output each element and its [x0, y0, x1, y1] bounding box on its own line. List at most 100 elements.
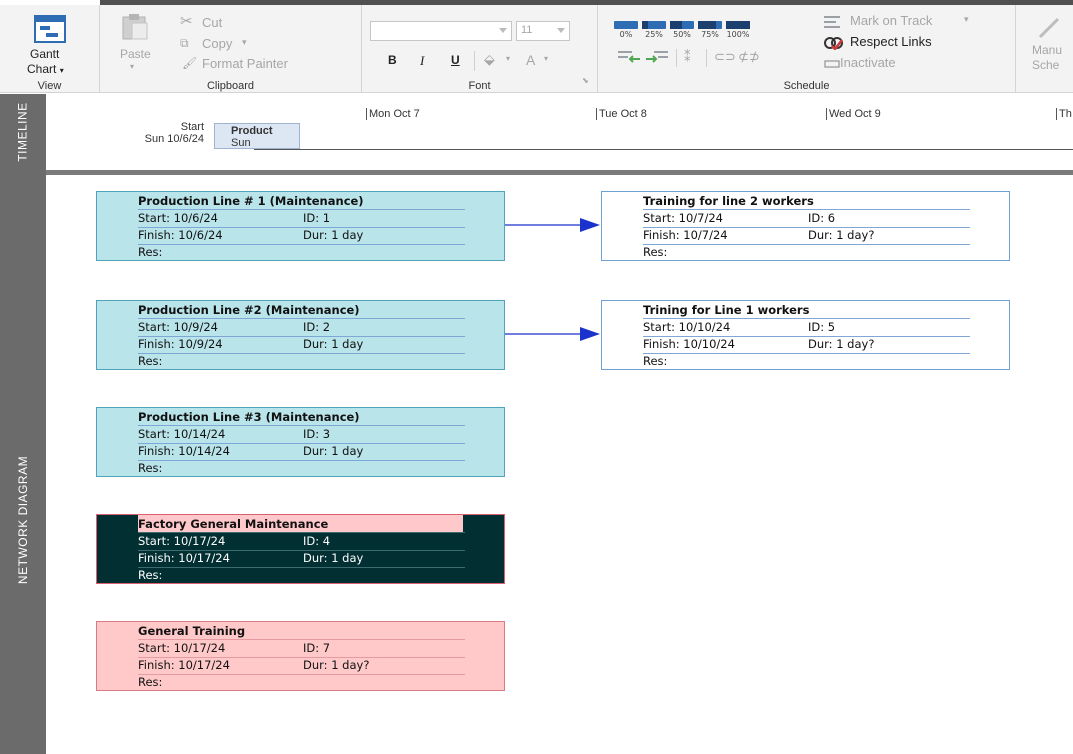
node-finish: Finish: 10/17/24 [138, 551, 230, 565]
node-duration: Dur: 1 day [303, 551, 364, 565]
node-resources: Res: [643, 245, 668, 259]
gantt-chart-button[interactable]: Gantt Chart ▾ [20, 15, 80, 76]
mark-on-track-label: Mark on Track [850, 13, 933, 28]
node-id: ID: 3 [303, 427, 331, 441]
bold-button[interactable]: B [388, 53, 397, 67]
split-task-icon[interactable]: ⁑ [684, 49, 691, 65]
respect-links-button[interactable]: Respect Links [824, 34, 1004, 52]
pct-fill [642, 21, 648, 29]
italic-button[interactable]: I [420, 53, 424, 69]
mark-on-track-icon [824, 16, 840, 28]
task-node[interactable]: Production Line # 1 (Maintenance) Start:… [96, 191, 505, 261]
node-duration: Dur: 1 day? [808, 228, 875, 242]
pct-50-button[interactable]: 50% [670, 21, 694, 39]
underline-button[interactable]: U [451, 53, 460, 67]
gantt-label-2: Chart ▾ [27, 62, 64, 76]
task-node[interactable]: Trining for Line 1 workers Start: 10/10/… [601, 300, 1010, 370]
task-node[interactable]: Production Line #3 (Maintenance) Start: … [96, 407, 505, 477]
font-group: 11 B I U ⬙ ▾ A ▾ ⬊ Font [362, 5, 598, 93]
pct-fill [698, 21, 716, 29]
font-name-combo[interactable] [370, 21, 512, 41]
outdent-icon[interactable] [618, 49, 642, 63]
font-color-button[interactable]: A [526, 52, 535, 68]
pct-100-button[interactable]: 100% [726, 21, 750, 39]
pct-75-button[interactable]: 75% [698, 21, 722, 39]
format-painter-button[interactable]: 🖌 Format Painter [180, 56, 350, 74]
node-start: Start: 10/9/24 [138, 320, 218, 334]
font-name-chevron-icon [499, 28, 507, 33]
network-diagram-view-label[interactable]: NETWORK DIAGRAM [0, 420, 46, 620]
node-finish: Finish: 10/7/24 [643, 228, 728, 242]
node-resources: Res: [138, 245, 163, 259]
node-start: Start: 10/7/24 [643, 211, 723, 225]
cut-label: Cut [202, 15, 223, 30]
view-group-label: View [37, 80, 62, 92]
network-diagram: Production Line # 1 (Maintenance) Start:… [46, 175, 1073, 754]
node-title: Production Line # 1 (Maintenance) [138, 192, 465, 210]
node-duration: Dur: 1 day? [303, 658, 370, 672]
mark-on-track-chevron-icon: ▾ [964, 14, 969, 24]
node-id: ID: 6 [808, 211, 836, 225]
timeline-date: Th [1056, 108, 1072, 120]
format-painter-label: Format Painter [202, 56, 288, 71]
node-duration: Dur: 1 day? [808, 337, 875, 351]
node-title: Production Line #3 (Maintenance) [138, 408, 465, 426]
node-resources: Res: [138, 354, 163, 368]
pct-25-button[interactable]: 25% [642, 21, 666, 39]
node-id: ID: 4 [303, 534, 331, 548]
schedule-separator-1 [676, 49, 677, 67]
schedule-group-label: Schedule [783, 80, 830, 92]
font-size-combo[interactable]: 11 [516, 21, 570, 41]
fill-chevron-icon: ▾ [506, 54, 511, 63]
timeline-view[interactable]: Mon Oct 7 Tue Oct 8 Wed Oct 9 Th Start S… [46, 94, 1073, 170]
mark-on-track-button[interactable]: Mark on Track ▾ [824, 13, 1004, 31]
node-id: ID: 1 [303, 211, 331, 225]
node-id: ID: 7 [303, 641, 331, 655]
paste-button[interactable]: Paste ▾ [114, 13, 154, 75]
copy-label: Copy [202, 36, 233, 51]
copy-button[interactable]: ⧉ Copy ▾ [180, 36, 300, 54]
pct-0-button[interactable]: 0% [614, 21, 638, 39]
timeline-start-date: Sun 10/6/24 [144, 133, 204, 145]
manual-schedule-button[interactable]: Manu Sche [1032, 15, 1073, 75]
node-finish: Finish: 10/6/24 [138, 228, 223, 242]
node-start: Start: 10/10/24 [643, 320, 731, 334]
manual-schedule-icon [1038, 17, 1060, 39]
task-node-selected[interactable]: Factory General Maintenance Start: 10/17… [96, 514, 505, 584]
timeline-start-label: Start [180, 121, 204, 133]
node-finish: Finish: 10/17/24 [138, 658, 230, 672]
cut-button[interactable]: ✂ Cut [180, 13, 280, 33]
node-title: Training for line 2 workers [643, 192, 970, 210]
pct-fill [726, 21, 750, 29]
schedule-group: 0% 25% 50% 75% 100% ⁑ ⊂⊃ ⊄⊅ Mark on Trac… [598, 5, 1016, 93]
node-title: Production Line #2 (Maintenance) [138, 301, 465, 319]
timeline-view-label[interactable]: TIMELINE [0, 94, 46, 170]
link-tasks-icon[interactable]: ⊂⊃ [714, 49, 736, 65]
task-node[interactable]: Production Line #2 (Maintenance) Start: … [96, 300, 505, 370]
schedule-label: Sche [1032, 58, 1060, 72]
paintbrush-icon: 🖌 [182, 56, 198, 70]
copy-icon: ⧉ [180, 36, 189, 50]
inactivate-label: Inactivate [840, 55, 896, 70]
schedule-separator-2 [706, 49, 707, 67]
node-resources: Res: [138, 675, 163, 689]
timeline-task-bar[interactable]: Product Sun [214, 123, 300, 149]
timeline-date: Tue Oct 8 [596, 108, 647, 120]
scissors-icon: ✂ [180, 13, 193, 30]
gantt-label-1: Gantt [30, 47, 60, 61]
node-start: Start: 10/6/24 [138, 211, 218, 225]
inactivate-button[interactable]: Inactivate [824, 55, 1004, 73]
node-title: Factory General Maintenance [138, 517, 329, 531]
link-arrow-2-5 [580, 327, 600, 341]
indent-icon[interactable] [646, 49, 670, 63]
ribbon: Gantt Chart ▾ View Paste ▾ ✂ Cut ⧉ Copy … [0, 5, 1073, 93]
node-duration: Dur: 1 day [303, 337, 364, 351]
fill-color-icon[interactable]: ⬙ [484, 51, 495, 68]
font-size-value: 11 [521, 24, 533, 36]
gantt-chart-icon [34, 15, 66, 43]
unlink-tasks-icon[interactable]: ⊄⊅ [738, 49, 760, 65]
task-node[interactable]: General Training Start: 10/17/24 ID: 7 Fi… [96, 621, 505, 691]
task-node[interactable]: Training for line 2 workers Start: 10/7/… [601, 191, 1010, 261]
font-separator [474, 51, 475, 71]
font-color-chevron-icon: ▾ [544, 54, 549, 63]
